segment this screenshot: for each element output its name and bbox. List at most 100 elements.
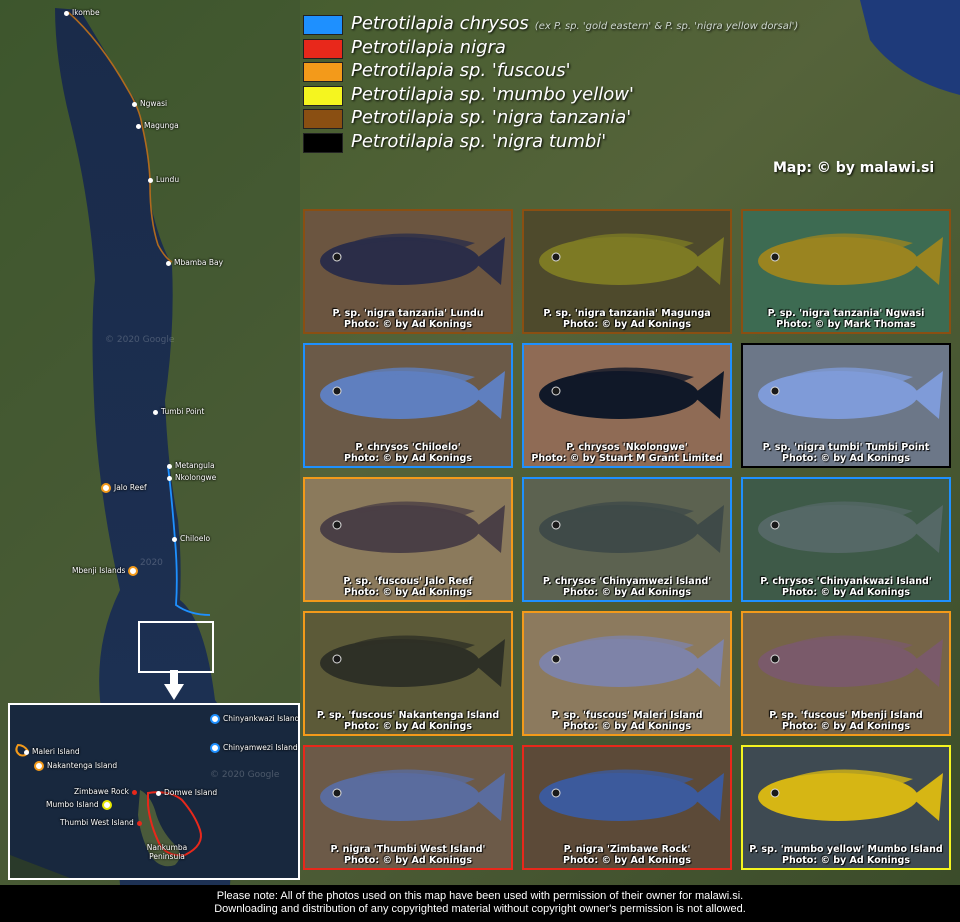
legend-item: Petrotilapia chrysos (ex P. sp. 'gold eas… [303,12,863,36]
photo-caption-title: P. sp. 'fuscous' Maleri Island [551,710,703,721]
location-dot-icon [167,463,172,469]
photo-caption: P. nigra 'Thumbi West Island' Photo: © by… [305,844,511,866]
photo-caption: P. chrysos 'Chiloelo' Photo: © by Ad Koni… [305,442,511,464]
photo-caption: P. sp. 'nigra tanzania' Lundu Photo: © by… [305,308,511,330]
location-ring-icon [210,714,220,724]
fish-photo-tile: P. sp. 'mumbo yellow' Mumbo Island Photo:… [741,745,951,870]
location-dot-icon [136,820,142,826]
photo-caption-credit: Photo: © by Ad Konings [782,855,910,866]
photo-caption-credit: Photo: © by Ad Konings [563,721,691,732]
location-dot-icon [167,475,172,481]
location-ring-icon [34,761,44,771]
location-dot-icon [132,101,137,107]
fish-eye [770,788,780,798]
footer-line-1: Please note: All of the photos used on t… [216,890,744,902]
location-domwe-island: Domwe Island [156,788,217,797]
photo-caption-title: P. sp. 'mumbo yellow' Mumbo Island [749,844,943,855]
legend-item: Petrotilapia sp. 'nigra tumbi' [303,130,863,154]
photo-caption-title: P. nigra 'Thumbi West Island' [330,844,486,855]
location-dot-icon [64,10,69,16]
inset-map: © 2020 Google Chinyankwazi Island Chinya… [8,703,300,880]
inset-watermark: © 2020 Google [210,770,280,780]
fish-photo-tile: P. chrysos 'Nkolongwe' Photo: © by Stuart… [522,343,732,468]
photo-caption: P. chrysos 'Chinyankwazi Island' Photo: ©… [743,576,949,598]
photo-caption-credit: Photo: © by Ad Konings [344,855,472,866]
legend-label: Petrotilapia nigra [351,36,506,58]
species-legend: Petrotilapia chrysos (ex P. sp. 'gold eas… [303,12,863,153]
location-nakantenga-island: Nakantenga Island [34,761,117,771]
photo-caption: P. sp. 'fuscous' Nakantenga Island Photo:… [305,710,511,732]
location-dot-icon [172,536,177,542]
location-maleri-island: Maleri Island [24,747,80,756]
location-ring-icon [101,483,111,493]
fish-photo-tile: P. sp. 'fuscous' Mbenji Island Photo: © b… [741,611,951,736]
location-mumbo-island: Mumbo Island [46,800,112,810]
legend-item: Petrotilapia sp. 'mumbo yellow' [303,83,863,107]
legend-label: Petrotilapia sp. 'mumbo yellow' [351,83,634,105]
fish-photo-tile: P. chrysos 'Chiloelo' Photo: © by Ad Koni… [303,343,513,468]
photo-caption-credit: Photo: © by Stuart M Grant Limited [531,453,723,464]
fish-eye [770,654,780,664]
footer-notice: Please note: All of the photos used on t… [0,885,960,922]
photo-caption: P. chrysos 'Nkolongwe' Photo: © by Stuart… [524,442,730,464]
legend-label: Petrotilapia chrysos [351,13,529,34]
photo-caption: P. sp. 'nigra tumbi' Tumbi Point Photo: ©… [743,442,949,464]
photo-caption: P. sp. 'nigra tanzania' Magunga Photo: © … [524,308,730,330]
photo-caption-credit: Photo: © by Ad Konings [782,587,910,598]
fish-photo-tile: P. sp. 'nigra tanzania' Magunga Photo: © … [522,209,732,334]
photo-caption-title: P. nigra 'Zimbawe Rock' [563,844,691,855]
photo-caption-credit: Photo: © by Ad Konings [782,453,910,464]
photo-caption-title: P. chrysos 'Chinyamwezi Island' [542,576,712,587]
legend-swatch [303,15,343,35]
fish-photo-tile: P. sp. 'nigra tanzania' Ngwasi Photo: © b… [741,209,951,334]
legend-swatch [303,62,343,82]
fish-eye [551,520,561,530]
location-nankumba-peninsula: Nankumba Peninsula [146,843,188,861]
map-poster: © 2020 Google 2020 Ikombe Ngwasi Magunga… [0,0,960,922]
photo-caption: P. chrysos 'Chinyamwezi Island' Photo: © … [524,576,730,598]
legend-item: Petrotilapia nigra [303,36,863,60]
photo-caption-credit: Photo: © by Ad Konings [344,453,472,464]
fish-eye [332,654,342,664]
fish-eye [551,788,561,798]
legend-swatch [303,132,343,153]
location-chiloelo: Chiloelo [172,534,210,543]
location-zimbawe-rock: Zimbawe Rock [74,787,140,796]
fish-eye [332,520,342,530]
fish-photo-tile: P. chrysos 'Chinyankwazi Island' Photo: ©… [741,477,951,602]
location-dot-icon [156,790,161,796]
location-dot-icon [136,123,141,129]
location-chinyankwazi-island: Chinyankwazi Island [210,714,298,724]
location-ngwasi: Ngwasi [132,99,167,108]
location-nkolongwe: Nkolongwe [167,473,216,482]
location-magunga: Magunga [136,121,179,130]
photo-caption: P. sp. 'fuscous' Jalo Reef Photo: © by Ad… [305,576,511,598]
photo-caption-title: P. sp. 'nigra tanzania' Magunga [543,308,711,319]
photo-caption-title: P. sp. 'nigra tanzania' Ngwasi [767,308,925,319]
legend-swatch [303,38,343,59]
fish-eye [332,386,342,396]
location-ring-icon [210,743,220,753]
legend-swatch [303,109,343,129]
photo-caption-title: P. sp. 'fuscous' Nakantenga Island [316,710,500,721]
location-dot-icon [153,409,158,415]
location-dot-icon [131,789,137,795]
location-thumbi-west-island: Thumbi West Island [60,818,145,827]
location-ikombe: Ikombe [64,8,100,17]
fish-photo-tile: P. chrysos 'Chinyamwezi Island' Photo: © … [522,477,732,602]
fish-eye [551,654,561,664]
location-mbenji-islands: Mbenji Islands [72,566,139,576]
legend-label: Petrotilapia sp. 'nigra tumbi' [351,130,607,152]
fish-eye [551,386,561,396]
location-mbamba-bay: Mbamba Bay [166,258,223,267]
location-ring-icon [101,800,112,810]
legend-note: (ex P. sp. 'gold eastern' & P. sp. 'nigr… [534,21,799,32]
photo-caption-credit: Photo: © by Ad Konings [563,855,691,866]
photo-caption-title: P. sp. 'fuscous' Mbenji Island [769,710,923,721]
map-credit: Map: © by malawi.si [773,160,935,176]
location-tumbi-point: Tumbi Point [153,407,204,416]
fish-eye [770,520,780,530]
fish-photo-tile: P. sp. 'nigra tanzania' Lundu Photo: © by… [303,209,513,334]
fish-photo-tile: P. sp. 'fuscous' Maleri Island Photo: © b… [522,611,732,736]
legend-label: Petrotilapia sp. 'fuscous' [351,60,571,81]
